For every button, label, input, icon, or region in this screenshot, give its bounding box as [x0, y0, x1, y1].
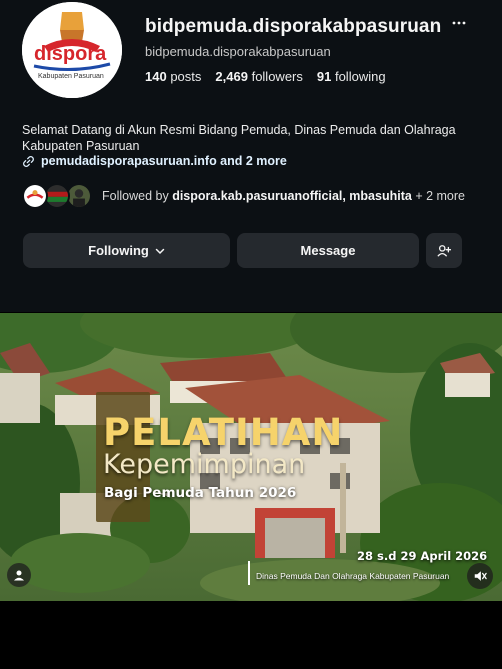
message-button[interactable]: Message — [237, 233, 419, 268]
profile-header: dispora Kabupaten Pasuruan bidpemuda.dis… — [0, 0, 502, 312]
reel-subtitle: Kepemimpinan — [103, 449, 306, 480]
message-button-label: Message — [300, 243, 356, 258]
reel-organizer: Dinas Pemuda Dan Olahraga Kabupaten Pasu… — [256, 571, 450, 581]
profile-bio: Selamat Datang di Akun Resmi Bidang Pemu… — [22, 123, 456, 153]
add-user-icon — [437, 244, 451, 257]
reel-tagline: Bagi Pemuda Tahun 2026 — [104, 485, 297, 501]
following-button-label: Following — [88, 243, 149, 258]
reel-video[interactable]: PELATIHAN Kepemimpinan Bagi Pemuda Tahun… — [0, 313, 502, 601]
suggested-users-button[interactable] — [426, 233, 462, 268]
profile-handle: bidpemuda.disporakabpasuruan — [145, 44, 331, 59]
followed-by[interactable]: Followed by dispora.kab.pasuruanofficial… — [22, 183, 465, 209]
user-icon — [14, 570, 24, 581]
more-horizontal-icon[interactable] — [452, 16, 466, 30]
tagged-users-button[interactable] — [7, 563, 31, 587]
chevron-down-icon — [155, 248, 165, 254]
svg-text:dispora: dispora — [34, 43, 107, 65]
mutual-avatar — [22, 183, 48, 209]
speaker-muted-icon — [474, 571, 487, 581]
following-button[interactable]: Following — [23, 233, 230, 268]
profile-link[interactable]: pemudadisporapasuruan.info and 2 more — [22, 154, 287, 168]
mute-toggle-button[interactable] — [467, 563, 493, 589]
followers-stat[interactable]: 2,469 followers — [215, 69, 302, 84]
organizer-divider — [248, 561, 252, 585]
profile-stats: 140 posts 2,469 followers 91 following — [145, 69, 386, 84]
following-stat[interactable]: 91 following — [317, 69, 386, 84]
profile-link-text[interactable]: pemudadisporapasuruan.info and 2 more — [41, 154, 287, 168]
mutual-avatars — [22, 183, 96, 209]
posts-stat: 140 posts — [145, 69, 202, 84]
profile-avatar[interactable]: dispora Kabupaten Pasuruan — [22, 2, 122, 98]
reel-title: PELATIHAN — [103, 411, 344, 454]
followed-by-text[interactable]: Followed by dispora.kab.pasuruanofficial… — [102, 189, 465, 203]
profile-username: bidpemuda.disporakabpasuruan — [145, 16, 442, 37]
svg-text:Kabupaten Pasuruan: Kabupaten Pasuruan — [38, 73, 104, 80]
reel-date: 28 s.d 29 April 2026 — [357, 549, 488, 563]
dispora-logo: dispora Kabupaten Pasuruan — [22, 2, 122, 98]
link-icon — [23, 155, 34, 167]
